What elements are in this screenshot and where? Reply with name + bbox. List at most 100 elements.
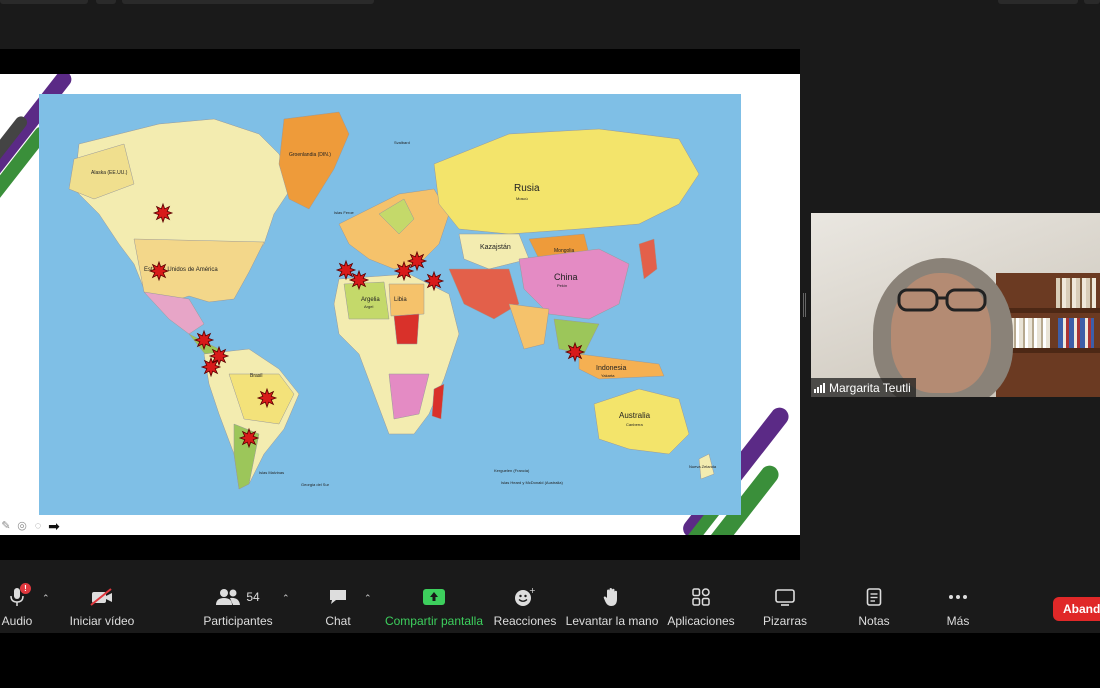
top-strip-segment <box>96 0 116 4</box>
explosion-marker-icon <box>406 250 428 272</box>
more-label: Más <box>946 614 970 628</box>
audio-warning-badge: ! <box>20 583 31 594</box>
participants-label: Participantes <box>203 614 273 628</box>
map-label-falklands: Islas Malvinas <box>259 470 284 475</box>
share-screen-button[interactable]: Compartir pantalla <box>384 583 484 633</box>
notes-label: Notas <box>858 614 890 628</box>
raise-hand-label: Levantar la mano <box>565 614 659 628</box>
chad-region <box>393 313 420 345</box>
map-label-faroe: Islas Feroe <box>334 210 355 215</box>
notes-button[interactable]: Notas <box>856 583 892 633</box>
shelf-board <box>996 308 1100 313</box>
svg-text:+: + <box>529 587 536 595</box>
world-map-svg: Groenlandia (DIN.) Alaska (EE.UU.) Estad… <box>39 94 741 515</box>
start-video-label: Iniciar vídeo <box>69 614 135 628</box>
annotation-tools: ✎ ◎ ◌ ➡ <box>0 519 60 533</box>
map-label-moscow: Moscú <box>516 196 528 201</box>
map-label-beijing: Pekín <box>557 283 567 288</box>
map-label-kerguelen: Kerguelen (Francia) <box>494 468 530 473</box>
map-label-canberra: Canberra <box>626 422 643 427</box>
participants-icon: 54 <box>216 583 260 611</box>
leave-meeting-button[interactable]: Abandonar <box>1053 597 1100 621</box>
video-off-icon <box>90 583 114 611</box>
top-strip-segment <box>122 0 374 4</box>
more-button[interactable]: Más <box>940 583 976 633</box>
apps-button[interactable]: Aplicaciones <box>667 583 735 633</box>
top-strip-segment <box>0 0 88 4</box>
microphone-icon: ! <box>9 583 31 611</box>
notes-icon <box>866 583 882 611</box>
reactions-label: Reacciones <box>493 614 557 628</box>
map-label-alaska: Alaska (EE.UU.) <box>91 170 128 176</box>
map-label-russia: Rusia <box>514 183 540 194</box>
participants-count: 54 <box>246 590 260 604</box>
explosion-marker-icon <box>348 269 370 291</box>
audio-button[interactable]: ! Audio <box>0 583 34 633</box>
participant-name-tag: Margarita Teutli <box>811 378 916 397</box>
glasses <box>897 288 987 312</box>
audio-options-caret[interactable]: ⌃ <box>42 593 50 604</box>
apps-label: Aplicaciones <box>667 614 735 628</box>
circle-dots-icon[interactable]: ◎ <box>16 520 28 532</box>
map-label-jakarta: Yakarta <box>601 373 615 378</box>
arrow-right-icon[interactable]: ➡ <box>48 519 60 533</box>
top-strip-segment <box>998 0 1078 4</box>
map-label-brazil: Brasil <box>250 373 263 379</box>
apps-icon <box>692 583 710 611</box>
explosion-marker-icon <box>564 341 586 363</box>
chat-label: Chat <box>325 614 351 628</box>
participant-name: Margarita Teutli <box>829 380 911 395</box>
whiteboards-button[interactable]: Pizarras <box>762 583 808 633</box>
bottom-bar <box>0 633 1100 688</box>
whiteboard-icon <box>775 583 795 611</box>
map-label-china: China <box>554 272 578 282</box>
explosion-marker-icon <box>335 259 357 281</box>
panel-resize-handle[interactable] <box>803 293 806 317</box>
explosion-marker-icon <box>193 329 215 351</box>
map-label-greenland: Groenlandia (DIN.) <box>289 152 331 158</box>
audio-label: Audio <box>1 614 33 628</box>
chat-icon <box>328 583 348 611</box>
signal-strength-icon <box>814 382 825 393</box>
pencil-icon[interactable]: ✎ <box>0 520 12 532</box>
presentation-slide: Groenlandia (DIN.) Alaska (EE.UU.) Estad… <box>0 74 800 535</box>
map-label-kazakhstan: Kazajstán <box>480 244 511 251</box>
start-video-button[interactable]: Iniciar vídeo <box>68 583 136 633</box>
books <box>1056 278 1096 308</box>
map-label-heard: Islas Heard y McDonald (Australia) <box>501 480 563 485</box>
map-label-argel: Argel <box>364 304 373 309</box>
explosion-marker-icon <box>256 387 278 409</box>
explosion-marker-icon <box>423 270 445 292</box>
map-label-svalbard: Svalbard <box>394 140 410 145</box>
books <box>1010 318 1050 348</box>
map-label-australia: Australia <box>619 411 651 420</box>
explosion-marker-icon <box>200 356 222 378</box>
share-screen-label: Compartir pantalla <box>384 614 484 628</box>
ellipsis-circle-icon[interactable]: ◌ <box>32 520 44 532</box>
reactions-icon: + <box>514 583 536 611</box>
books <box>1058 318 1094 348</box>
participants-options-caret[interactable]: ⌃ <box>282 593 290 604</box>
top-strip-segment <box>1084 0 1100 4</box>
map-label-georgia: Georgia del Sur <box>301 482 330 487</box>
map-label-indonesia: Indonesia <box>596 365 626 372</box>
raise-hand-button[interactable]: Levantar la mano <box>566 583 658 633</box>
shared-screen: Groenlandia (DIN.) Alaska (EE.UU.) Estad… <box>0 49 800 560</box>
map-label-libya: Libia <box>394 297 407 303</box>
chat-options-caret[interactable]: ⌃ <box>364 593 372 604</box>
whiteboards-label: Pizarras <box>762 614 807 628</box>
meeting-toolbar: ! Audio ⌃ Iniciar vídeo 54 Participantes… <box>0 583 1100 633</box>
share-screen-icon <box>423 583 445 611</box>
chat-button[interactable]: Chat <box>322 583 354 633</box>
explosion-marker-icon <box>393 260 415 282</box>
map-label-mongolia: Mongolia <box>554 248 575 254</box>
map-label-algeria: Argelia <box>361 297 380 303</box>
participants-button[interactable]: 54 Participantes <box>202 583 274 633</box>
map-label-nz: Nueva Zelanda <box>689 464 717 469</box>
explosion-marker-icon <box>148 260 170 282</box>
participant-video-tile[interactable]: Margarita Teutli <box>811 213 1100 397</box>
world-map: Groenlandia (DIN.) Alaska (EE.UU.) Estad… <box>39 94 741 515</box>
more-icon <box>948 583 968 611</box>
top-strip <box>0 0 1100 6</box>
reactions-button[interactable]: + Reacciones <box>493 583 557 633</box>
